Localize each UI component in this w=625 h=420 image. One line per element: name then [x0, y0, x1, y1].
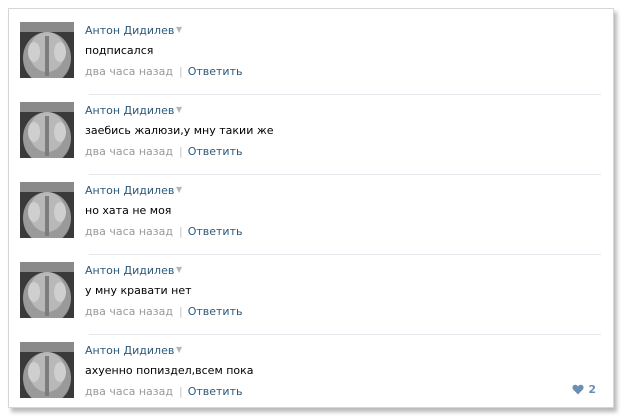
- caret-down-icon[interactable]: ▼: [176, 185, 182, 194]
- comment-time[interactable]: два часа назад: [85, 225, 173, 238]
- avatar[interactable]: [20, 102, 74, 158]
- author-name[interactable]: Антон Дидилев: [85, 264, 174, 277]
- comment-time[interactable]: два часа назад: [85, 305, 173, 318]
- comment-item: Антон Дидилев ▼ у мну кравати нет два ча…: [9, 249, 613, 329]
- avatar[interactable]: [20, 342, 74, 398]
- reply-link[interactable]: Ответить: [188, 385, 243, 398]
- comment-meta: два часа назад | Ответить: [85, 305, 242, 318]
- comment-meta: два часа назад | Ответить: [85, 145, 242, 158]
- comment-meta: два часа назад | Ответить: [85, 65, 242, 78]
- avatar[interactable]: [20, 182, 74, 238]
- comment-text: заебись жалюзи,у мну такии же: [85, 124, 274, 137]
- comment-time[interactable]: два часа назад: [85, 65, 173, 78]
- reply-link[interactable]: Ответить: [188, 305, 243, 318]
- comment-text: ахуенно попиздел,всем пока: [85, 364, 254, 377]
- meta-divider: |: [178, 65, 183, 78]
- comment-item: Антон Дидилев ▼ но хата не моя два часа …: [9, 169, 613, 249]
- heart-icon: [572, 384, 584, 395]
- meta-divider: |: [178, 305, 183, 318]
- like-button[interactable]: 2: [572, 383, 596, 396]
- reply-link[interactable]: Ответить: [188, 145, 243, 158]
- comment-time[interactable]: два часа назад: [85, 385, 173, 398]
- comment-time[interactable]: два часа назад: [85, 145, 173, 158]
- author-name[interactable]: Антон Дидилев: [85, 344, 174, 357]
- comment-meta: два часа назад | Ответить: [85, 225, 242, 238]
- caret-down-icon[interactable]: ▼: [176, 105, 182, 114]
- caret-down-icon[interactable]: ▼: [176, 265, 182, 274]
- meta-divider: |: [178, 225, 183, 238]
- comment-item: Антон Дидилев ▼ подписался два часа наза…: [9, 9, 613, 89]
- comments-panel: Антон Дидилев ▼ подписался два часа наза…: [8, 8, 614, 408]
- author-name[interactable]: Антон Дидилев: [85, 104, 174, 117]
- author-name[interactable]: Антон Дидилев: [85, 24, 174, 37]
- reply-link[interactable]: Ответить: [188, 225, 243, 238]
- like-count: 2: [588, 383, 596, 396]
- caret-down-icon[interactable]: ▼: [176, 25, 182, 34]
- avatar[interactable]: [20, 262, 74, 318]
- comment-text: подписался: [85, 44, 154, 57]
- avatar[interactable]: [20, 22, 74, 78]
- comment-item: Антон Дидилев ▼ ахуенно попиздел,всем по…: [9, 329, 613, 407]
- comment-text: у мну кравати нет: [85, 284, 192, 297]
- comment-text: но хата не моя: [85, 204, 172, 217]
- author-name[interactable]: Антон Дидилев: [85, 184, 174, 197]
- meta-divider: |: [178, 385, 183, 398]
- caret-down-icon[interactable]: ▼: [176, 345, 182, 354]
- reply-link[interactable]: Ответить: [188, 65, 243, 78]
- meta-divider: |: [178, 145, 183, 158]
- comment-meta: два часа назад | Ответить: [85, 385, 242, 398]
- comment-item: Антон Дидилев ▼ заебись жалюзи,у мну так…: [9, 89, 613, 169]
